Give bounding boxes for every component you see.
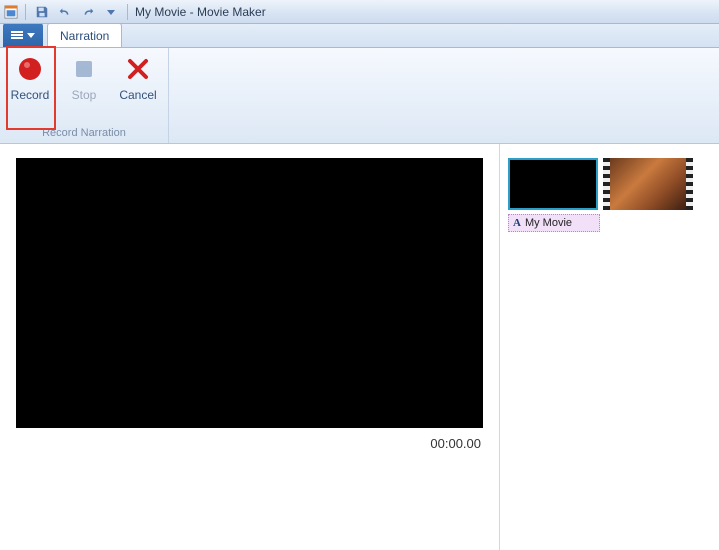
button-label: Stop <box>72 88 97 102</box>
quick-access-toolbar <box>29 3 124 21</box>
title-bar: My Movie - Movie Maker <box>0 0 719 24</box>
workspace: 00:00.00 A My Movie <box>0 144 719 550</box>
chevron-down-icon <box>27 31 35 39</box>
ribbon: Record Stop Cancel Record Narration <box>0 48 719 144</box>
title-clip-label: My Movie <box>525 217 572 229</box>
redo-button[interactable] <box>79 3 97 21</box>
button-label: Record <box>11 88 50 102</box>
stop-icon <box>69 54 99 84</box>
tab-label: Narration <box>60 29 109 43</box>
record-button[interactable]: Record <box>8 54 52 127</box>
storyboard-pane: A My Movie <box>500 144 719 550</box>
preview-pane: 00:00.00 <box>0 144 500 550</box>
stop-button: Stop <box>62 54 106 127</box>
cancel-button[interactable]: Cancel <box>116 54 160 127</box>
undo-button[interactable] <box>56 3 74 21</box>
save-button[interactable] <box>33 3 51 21</box>
qat-customize-dropdown[interactable] <box>102 3 120 21</box>
time-display: 00:00.00 <box>16 428 483 451</box>
clip-row <box>508 158 711 210</box>
record-icon <box>15 54 45 84</box>
ribbon-buttons: Record Stop Cancel <box>8 50 160 127</box>
ribbon-group-record-narration: Record Stop Cancel Record Narration <box>0 48 169 143</box>
separator <box>127 4 128 20</box>
separator <box>25 4 26 20</box>
file-menu-button[interactable] <box>3 23 43 47</box>
clip-thumbnail-black[interactable] <box>508 158 598 210</box>
clip-thumbnail-video[interactable] <box>603 158 693 210</box>
title-clip[interactable]: A My Movie <box>508 214 600 232</box>
ribbon-group-label: Record Narration <box>8 127 160 143</box>
text-icon: A <box>513 217 521 229</box>
window-title: My Movie - Movie Maker <box>131 5 266 19</box>
video-preview[interactable] <box>16 158 483 428</box>
cancel-icon <box>123 54 153 84</box>
tab-narration[interactable]: Narration <box>47 23 122 47</box>
app-icon <box>4 5 18 19</box>
tab-strip: Narration <box>0 24 719 48</box>
button-label: Cancel <box>119 88 156 102</box>
menu-icon <box>11 31 23 39</box>
